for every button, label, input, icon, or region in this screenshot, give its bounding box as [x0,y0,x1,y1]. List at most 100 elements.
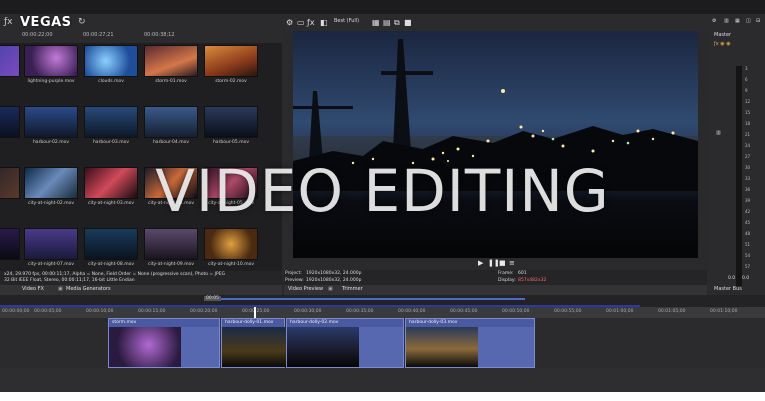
dim-icon[interactable]: ◫ [746,18,751,24]
vegas-logo: VEGAS [20,15,72,30]
media-thumb[interactable]: city-at-night-10.mov [204,228,258,271]
thumbnail-image [144,45,198,77]
preview-properties: Project: 1920x1080x32, 24.000p Preview: … [284,270,707,286]
settings-icon[interactable]: ⚙ [712,18,716,24]
timestamp: 00:00:27;21 [83,32,114,38]
tab-video-fx[interactable]: Video FX [22,286,44,292]
media-thumb[interactable]: harbour-02.mov [24,106,78,158]
pin-icon[interactable]: ⊟ [756,18,760,24]
timeline-clip[interactable]: harbour-dolly-03.mov [405,318,535,368]
frame-value: 601 [518,271,527,276]
tab-media-generators[interactable]: Media Generators [66,286,111,292]
master-title: Master [714,32,732,38]
thumbnail-image [204,106,258,138]
preview-quality-select[interactable]: Best (Full) [334,18,359,24]
grid-icon[interactable]: ▦ [735,18,740,24]
preview-value: 1920x1080x32, 24.000p [306,278,362,283]
display-value: 857x482x32 [518,278,547,283]
media-thumb[interactable]: mov [0,106,20,158]
explorer-tabs: Video FX ▣ Media Generators [0,285,282,295]
overlay-icon[interactable]: ▤ [383,18,391,27]
media-thumb[interactable]: harbour-05.mov [204,106,258,158]
media-thumb-label: clouds.mov [98,79,124,84]
display-label: Display: [498,278,516,283]
thumbnail-image [84,228,138,260]
db-mark: 9 [745,88,748,93]
scroll-thumb[interactable] [220,298,525,300]
db-mark: 45 [745,220,751,225]
thumbnail-image [0,228,20,260]
media-thumb[interactable]: clouds.mov [84,45,138,97]
thumbnail-image [144,228,198,260]
explorer-toolbar: ƒx VEGAS ↻ [0,14,283,32]
split-view-icon[interactable]: ◧ [320,18,328,27]
media-thumb[interactable]: harbour-04.mov [144,106,198,158]
db-mark: 24 [745,143,751,148]
clip-thumbnail [287,327,359,367]
ruler-tick: 00:00:30;00 [294,309,322,314]
save-snapshot-icon[interactable]: ■ [404,18,412,27]
peak-readout-left: 0.0 [728,276,736,281]
fx-icon[interactable]: ƒx [4,17,13,27]
master-bus-tab[interactable]: Master Bus [714,286,742,292]
thumbnail-image [0,106,20,138]
thumbnail-image [204,45,258,77]
media-thumb[interactable]: lightning-purple.mov [24,45,78,97]
timeline: 00:05 00:00:00;00 00:00:05;00 00:00:10;0… [0,295,765,392]
db-mark: 3 [745,66,748,71]
media-thumb-label: city-at-night-07.mov [28,262,74,267]
media-thumb[interactable]: city-at-night-07.mov [24,228,78,271]
media-thumb[interactable]: mov [0,45,20,97]
copy-snapshot-icon[interactable]: ⧉ [394,18,400,28]
timeline-clip[interactable]: harbour-dolly-01.mov [221,318,286,368]
media-thumb[interactable]: city-at-night-08.mov [84,228,138,271]
media-thumb-label: storm-01.mov [155,79,187,84]
clip-name: harbour-dolly-01.mov [225,320,274,325]
media-thumb[interactable]: city-at-night-09.mov [144,228,198,271]
pause-button[interactable]: ❚❚ [488,259,500,267]
mixer-icon[interactable]: ▥ [724,18,729,24]
playhead[interactable] [254,307,256,318]
timeline-scrollbar[interactable]: 00:05 [0,295,765,307]
db-mark: 15 [745,110,751,115]
clip-name: harbour-dolly-02.mov [290,320,339,325]
ruler-tick: 00:00:45;00 [450,309,478,314]
preview-toolbar: ⚙ ▭ ƒx ◧ Best (Full) ▦ ▤ ⧉ ■ [284,14,707,32]
clip-name: harbour-dolly-03.mov [409,320,458,325]
media-thumb[interactable]: storm-01.mov [144,45,198,97]
monitor-icon[interactable]: ▭ [297,18,305,27]
fx-icon[interactable]: ƒx [307,18,315,27]
ruler-tick: 00:01:10;00 [710,309,738,314]
timeline-clip[interactable]: storm.mov [108,318,220,368]
stop-button[interactable]: ■ [499,259,506,267]
db-mark: 18 [745,121,751,126]
timeline-clip[interactable]: harbour-dolly-02.mov [286,318,404,368]
transport-controls: ▶ ❚❚ ■ ≡ [284,258,707,270]
media-thumb[interactable]: mov [0,228,20,271]
timeline-ruler[interactable]: 00:00:00;00 00:00:05;00 00:00:10;00 00:0… [0,307,765,318]
media-thumb-label: storm-02.mov [215,79,247,84]
timestamp: 00:00:38;12 [144,32,175,38]
fx-icon[interactable]: ƒx ◉ ◉ [714,41,731,47]
title-bar [0,0,765,14]
tab-trimmer[interactable]: Trimmer [342,286,363,292]
media-thumb[interactable]: storm-02.mov [204,45,258,97]
media-thumb-label: mov [0,262,20,267]
ruler-tick: 00:00:20;00 [190,309,218,314]
tab-close-icon[interactable]: ▣ [58,286,63,292]
preview-label: Preview: [285,278,304,283]
db-mark: 12 [745,99,751,104]
preview-tabs: Video Preview ▣ Trimmer [284,285,707,295]
tab-close-icon[interactable]: ▣ [328,286,333,292]
media-thumb-label: mov [0,140,20,145]
loop-button[interactable]: ≡ [509,259,515,267]
tab-video-preview[interactable]: Video Preview [288,286,323,292]
thumbnail-image [144,106,198,138]
settings-icon[interactable]: ⚙ [286,18,293,27]
fader-handle[interactable]: ▥ [716,130,721,136]
ruler-tick: 00:00:55;00 [554,309,582,314]
play-button[interactable]: ▶ [478,259,483,267]
refresh-icon[interactable]: ↻ [78,17,86,27]
media-thumb[interactable]: harbour-03.mov [84,106,138,158]
grid-icon[interactable]: ▦ [372,18,380,27]
